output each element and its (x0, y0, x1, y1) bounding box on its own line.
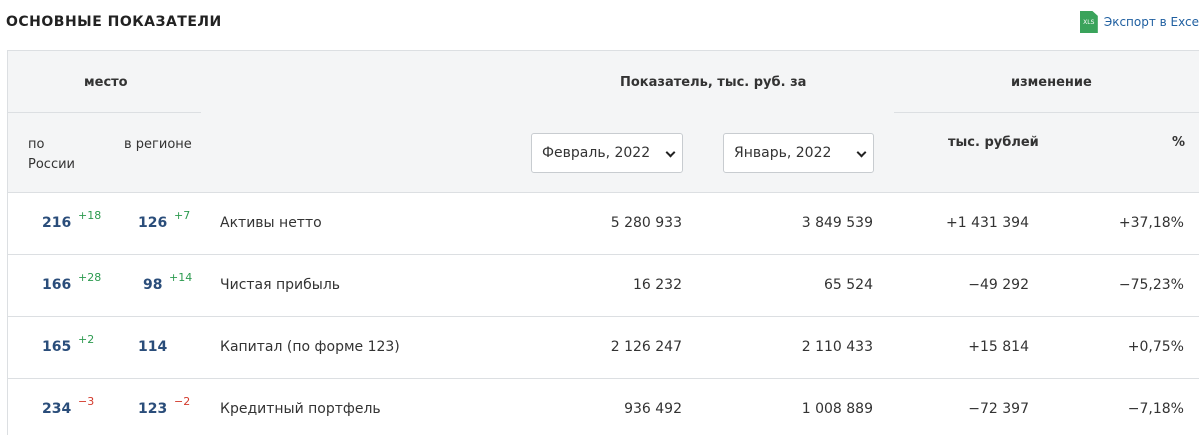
export-excel-link[interactable]: XLS Экспорт в Exce (1079, 10, 1199, 34)
table-row: 234 −3 123 −2 Кредитный портфель 936 492… (8, 379, 1199, 435)
value-period1: 16 232 (633, 277, 682, 293)
group-place-label: место (84, 75, 128, 90)
period1-value: Февраль, 2022 (542, 145, 651, 161)
change-abs: +15 814 (968, 339, 1029, 355)
value-period2: 3 849 539 (801, 215, 873, 231)
indicator-name: Кредитный портфель (220, 401, 381, 417)
table-body: 216 +18 126 +7 Активы нетто 5 280 933 3 … (7, 193, 1199, 435)
rank-russia-delta: +28 (78, 271, 102, 284)
header-divider-left (8, 112, 201, 113)
rank-russia: 216 (42, 215, 72, 231)
change-pct: +37,18% (1118, 215, 1184, 231)
rank-region-delta: +14 (169, 271, 193, 284)
change-abs: +1 431 394 (946, 215, 1029, 231)
change-pct: −7,18% (1127, 401, 1184, 417)
change-abs: −72 397 (968, 401, 1029, 417)
table-header: место Показатель, тыс. руб. за изменение… (7, 50, 1199, 193)
value-period1: 2 126 247 (610, 339, 682, 355)
rank-region: 98 (143, 277, 163, 293)
indicator-name: Капитал (по форме 123) (220, 339, 400, 355)
col-russia-label: по России (28, 137, 75, 172)
value-period2: 2 110 433 (801, 339, 873, 355)
rank-region: 126 (138, 215, 168, 231)
col-region-label: в регионе (124, 137, 192, 152)
chevron-down-icon (856, 147, 867, 158)
chevron-down-icon (665, 147, 676, 158)
rank-russia: 234 (42, 401, 72, 417)
period2-value: Январь, 2022 (734, 145, 832, 161)
rank-region-delta: +7 (174, 209, 191, 222)
change-pct: −75,23% (1118, 277, 1184, 293)
rank-russia-delta: −3 (78, 395, 95, 408)
group-indicator-label: Показатель, тыс. руб. за (620, 75, 807, 90)
change-abs: −49 292 (968, 277, 1029, 293)
indicator-name: Активы нетто (220, 215, 322, 231)
rank-russia: 165 (42, 339, 72, 355)
export-excel-label: Экспорт в Exce (1103, 15, 1199, 29)
rank-region-delta: −2 (174, 395, 191, 408)
value-period2: 65 524 (824, 277, 873, 293)
col-percent-label: % (1172, 135, 1186, 150)
value-period2: 1 008 889 (801, 401, 873, 417)
value-period1: 936 492 (624, 401, 682, 417)
rank-russia: 166 (42, 277, 72, 293)
indicator-name: Чистая прибыль (220, 277, 341, 293)
period1-select[interactable]: Февраль, 2022 (531, 133, 683, 173)
group-change-label: изменение (1011, 75, 1092, 90)
value-period1: 5 280 933 (610, 215, 682, 231)
rank-russia-delta: +2 (78, 333, 95, 346)
rank-russia-delta: +18 (78, 209, 102, 222)
xls-file-icon: XLS (1079, 11, 1098, 33)
header-divider-right (894, 112, 1199, 113)
rank-region: 114 (138, 339, 168, 355)
period2-select[interactable]: Январь, 2022 (723, 133, 874, 173)
table-row: 166 +28 98 +14 Чистая прибыль 16 232 65 … (8, 255, 1199, 317)
table-row: 216 +18 126 +7 Активы нетто 5 280 933 3 … (8, 193, 1199, 255)
section-title: ОСНОВНЫЕ ПОКАЗАТЕЛИ (6, 14, 222, 30)
change-pct: +0,75% (1127, 339, 1184, 355)
rank-region: 123 (138, 401, 168, 417)
table-row: 165 +2 114 Капитал (по форме 123) 2 126 … (8, 317, 1199, 379)
col-thousand-label: тыс. рублей (948, 135, 1039, 150)
indicators-table: место Показатель, тыс. руб. за изменение… (7, 50, 1199, 435)
